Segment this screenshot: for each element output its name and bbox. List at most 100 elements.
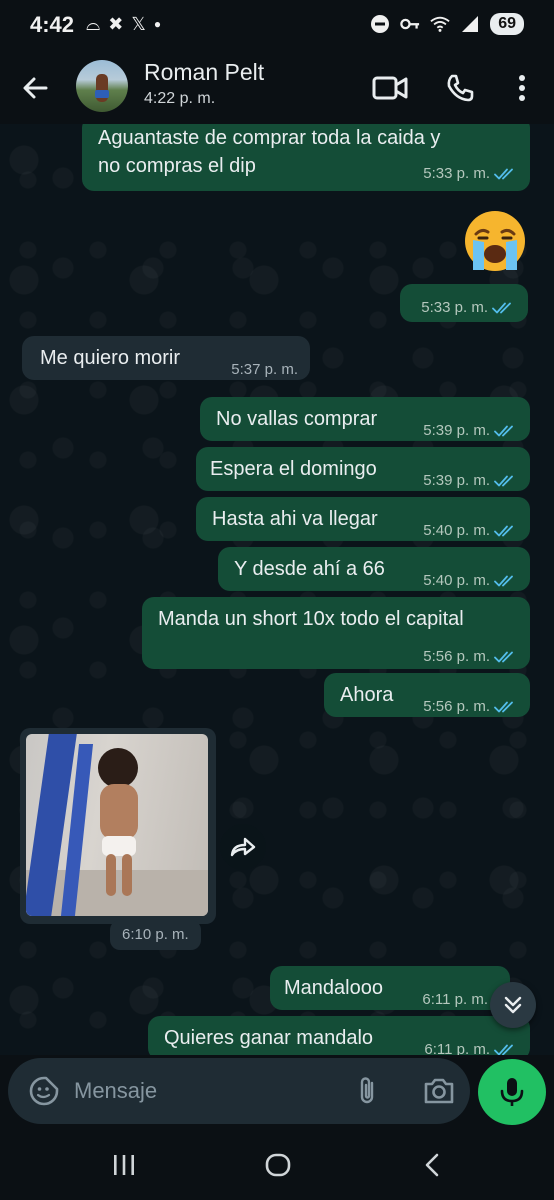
message-text: Me quiero morir (40, 347, 181, 369)
message-meta: 5:40 p. m. (423, 517, 516, 545)
status-notification-icons: ⌓ ✖ 𝕏 ● (86, 14, 161, 34)
system-nav-bar (0, 1130, 554, 1200)
message-bubble-outgoing[interactable]: Manda un short 10x todo el capital 5:56 … (142, 597, 530, 669)
phone-icon (447, 74, 474, 102)
message-meta: 5:56 p. m. (423, 693, 516, 721)
status-system-icons: 69 (370, 13, 524, 35)
message-time: 6:11 p. m. (422, 991, 488, 1008)
forward-arrow-icon (230, 837, 256, 857)
do-not-disturb-icon (370, 14, 390, 34)
home-circle-icon (265, 1153, 291, 1177)
message-bubble-outgoing[interactable]: Quieres ganar mandalo 6:11 p. m. (148, 1016, 530, 1055)
message-time: 6:10 p. m. (110, 920, 201, 950)
forward-button[interactable] (220, 824, 266, 870)
message-text: Ahora (340, 684, 394, 706)
signal-icon (460, 14, 480, 34)
double-check-read-icon (494, 575, 513, 587)
chat-header: Roman Pelt 4:22 p. m. (0, 52, 554, 124)
chat-messages[interactable]: Aguantaste de comprar toda la caida y no… (0, 124, 554, 1055)
message-bubble-outgoing[interactable]: Y desde ahí a 66 5:40 p. m. (218, 547, 530, 591)
message-meta: 5:40 p. m. (423, 567, 516, 595)
paperclip-icon (360, 1077, 374, 1104)
message-meta: 5:39 p. m. (423, 467, 516, 495)
message-text: Manda un short 10x todo el capital (158, 608, 464, 630)
message-meta: 6:11 p. m. (422, 986, 488, 1014)
message-time: 5:33 p. m. (421, 299, 488, 316)
recent-apps-icon (114, 1155, 134, 1175)
double-check-read-icon (494, 1044, 513, 1055)
message-bubble-outgoing[interactable]: Espera el domingo 5:39 p. m. (196, 447, 530, 491)
x-logo-icon: 𝕏 (131, 14, 146, 34)
double-chevron-down-icon (504, 996, 522, 1014)
double-check-read-icon (494, 425, 513, 437)
composer-box (8, 1058, 470, 1124)
message-text: Hasta ahi va llegar (212, 508, 378, 530)
camera-button[interactable] (422, 1075, 456, 1107)
message-text: Espera el domingo (210, 458, 377, 480)
back-nav-button[interactable] (412, 1148, 452, 1182)
dot-icon: ● (153, 17, 162, 31)
child-standing-photo[interactable] (26, 734, 208, 916)
double-check-read-icon (494, 525, 513, 537)
contact-avatar[interactable] (76, 60, 128, 112)
more-options-button[interactable] (504, 70, 540, 106)
message-bubble-outgoing[interactable]: Aguantaste de comprar toda la caida y no… (82, 124, 530, 191)
status-time: 4:42 (30, 12, 75, 37)
message-time: 5:56 p. m. (423, 698, 490, 715)
battery-indicator: 69 (490, 13, 524, 35)
last-seen: 4:22 p. m. (144, 90, 216, 107)
message-time: 5:40 p. m. (423, 572, 490, 589)
double-check-read-icon (494, 701, 513, 713)
attach-button[interactable] (352, 1075, 384, 1107)
home-button[interactable] (258, 1148, 298, 1182)
message-meta: 5:39 p. m. (423, 417, 516, 445)
message-meta: 5:37 p. m. (231, 356, 298, 384)
recent-apps-button[interactable] (104, 1148, 144, 1182)
voice-message-button[interactable] (478, 1059, 546, 1125)
arrow-left-icon (23, 77, 48, 99)
message-bubble-incoming[interactable]: Me quiero morir 5:37 p. m. (22, 336, 310, 380)
scroll-to-bottom-button[interactable] (490, 982, 536, 1028)
message-meta: 5:33 p. m. (421, 294, 514, 322)
message-time: 5:56 p. m. (423, 648, 490, 665)
message-text: No vallas comprar (216, 408, 378, 430)
message-meta: 5:33 p. m. (423, 160, 516, 188)
sticker-smiley-icon (29, 1076, 59, 1106)
kebab-menu-icon (519, 75, 525, 101)
message-text: Y desde ahí a 66 (234, 558, 385, 580)
message-time: 6:11 p. m. (424, 1041, 490, 1055)
sticker-button[interactable] (28, 1075, 60, 1107)
voice-call-button[interactable] (442, 70, 478, 106)
message-text: Mandalooo (284, 977, 383, 999)
message-meta: 6:11 p. m. (424, 1036, 516, 1055)
contact-name[interactable]: Roman Pelt (144, 59, 264, 86)
close-x-icon: ✖ (108, 14, 124, 34)
double-check-read-icon (494, 168, 513, 180)
video-call-button[interactable] (372, 70, 408, 106)
message-text: no compras el dip (98, 155, 256, 177)
back-button[interactable] (18, 70, 54, 106)
message-bubble-outgoing[interactable]: Hasta ahi va llegar 5:40 p. m. (196, 497, 530, 541)
double-check-read-icon (494, 651, 513, 663)
message-meta: 5:56 p. m. (423, 643, 516, 671)
message-image-incoming[interactable] (20, 728, 216, 924)
status-bar: 4:42 ⌓ ✖ 𝕏 ● 69 (0, 0, 554, 52)
video-camera-icon (372, 76, 408, 100)
message-time: 5:40 p. m. (423, 522, 490, 539)
camera-icon (424, 1078, 454, 1104)
message-bubble-outgoing[interactable]: 5:33 p. m. (400, 284, 528, 322)
crying-face-emoji (465, 211, 525, 271)
message-bubble-outgoing[interactable]: Mandalooo 6:11 p. m. (270, 966, 510, 1010)
message-bubble-outgoing[interactable]: Ahora 5:56 p. m. (324, 673, 530, 717)
chevron-left-icon (425, 1153, 439, 1177)
dnd-face-icon: ⌓ (86, 14, 101, 34)
microphone-icon (500, 1078, 524, 1106)
message-input[interactable] (74, 1072, 344, 1110)
message-text: Aguantaste de comprar toda la caida y (98, 127, 441, 149)
double-check-read-icon (494, 475, 513, 487)
message-text: Quieres ganar mandalo (164, 1027, 374, 1049)
composer-bar (0, 1055, 554, 1130)
message-time: 5:33 p. m. (423, 165, 490, 182)
message-time: 5:39 p. m. (423, 472, 490, 489)
message-bubble-outgoing[interactable]: No vallas comprar 5:39 p. m. (200, 397, 530, 441)
